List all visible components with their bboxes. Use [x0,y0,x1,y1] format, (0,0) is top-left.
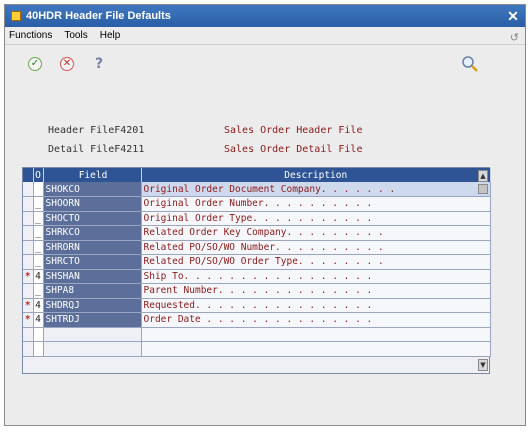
row-field-name: SHRORN [43,240,142,255]
row-description: Original Order Document Company. . . . .… [141,182,491,197]
title-bar: 40HDR Header File Defaults ✕ [5,5,525,27]
row-mark [23,225,34,241]
row-mark [23,182,34,197]
row-option-field[interactable]: _ [33,211,44,226]
toolbar: ✓ ✕ ? [5,45,525,83]
row-description: Parent Number. . . . . . . . . . . . . . [141,283,491,299]
refresh-icon[interactable]: ↺ [510,31,519,44]
menu-bar: Functions Tools Help ↺ [5,27,525,45]
empty-cell [23,327,34,342]
help-button[interactable]: ? [89,54,109,74]
header-file-row: Header FileF4201 Sales Order Header File [48,124,362,138]
row-field-name: SHSHAN [43,269,142,284]
empty-cell [141,327,491,342]
row-description: Requested. . . . . . . . . . . . . . . . [141,298,491,313]
menu-functions[interactable]: Functions [9,30,52,41]
row-option-field[interactable]: 4 [33,269,44,284]
cancel-button[interactable]: ✕ [57,54,77,74]
scroll-down-icon[interactable]: ▼ [478,359,488,371]
grid-scrollbar[interactable]: ▲ ▼ [474,167,488,374]
field-table: O Field Description SHOKCO Original Order… [23,168,491,357]
table-row[interactable]: _ SHRKCO Related Order Key Company. . . . … [23,225,491,241]
row-description: Order Date . . . . . . . . . . . . . . . [141,312,491,328]
close-icon[interactable]: ✕ [505,8,521,24]
row-mark [23,240,34,255]
detail-file-value: F4211 [114,144,145,155]
app-icon [11,11,21,21]
empty-cell [23,341,34,357]
table-row[interactable]: _ SHRCTO Related PO/SO/WO Order Type. . . … [23,254,491,270]
row-field-name: SHOKCO [43,182,142,197]
empty-row[interactable] [23,341,491,357]
row-option-field[interactable]: _ [33,196,44,212]
row-description: Original Order Type. . . . . . . . . . . [141,211,491,226]
table-row[interactable]: * 4 SHSHAN Ship To. . . . . . . . . . . . .… [23,269,491,284]
table-row[interactable]: _ SHPA8 Parent Number. . . . . . . . . . .… [23,283,491,299]
row-field-name: SHRKCO [43,225,142,241]
grid-body: SHOKCO Original Order Document Company. .… [23,182,491,357]
row-option-field[interactable]: _ [33,283,44,299]
menu-tools[interactable]: Tools [64,30,87,41]
row-description: Related PO/SO/WO Order Type. . . . . . .… [141,254,491,270]
row-description: Related PO/SO/WO Number. . . . . . . . .… [141,240,491,255]
row-option-field[interactable]: _ [33,254,44,270]
table-row[interactable]: SHOKCO Original Order Document Company. .… [23,182,491,197]
col-description-header[interactable]: Description [141,168,491,182]
table-row[interactable]: _ SHRORN Related PO/SO/WO Number. . . . . … [23,240,491,255]
row-description: Original Order Number. . . . . . . . . . [141,196,491,212]
row-field-name: SHDRQJ [43,298,142,313]
row-mark [23,211,34,226]
detail-file-desc: Sales Order Detail File [224,144,363,155]
table-row[interactable]: _ SHOCTO Original Order Type. . . . . . . … [23,211,491,226]
detail-file-label: Detail File [48,144,115,155]
col-mark-header [23,168,34,182]
row-description: Related Order Key Company. . . . . . . .… [141,225,491,241]
row-mark: * [23,312,34,328]
row-description: Ship To. . . . . . . . . . . . . . . . . [141,269,491,284]
table-row[interactable]: _ SHOORN Original Order Number. . . . . . … [23,196,491,212]
detail-file-row: Detail FileF4211 Sales Order Detail File [48,143,362,157]
row-option-field[interactable]: _ [33,240,44,255]
row-option-field[interactable] [33,182,44,197]
scroll-up-icon[interactable]: ▲ [478,170,488,182]
ok-button[interactable]: ✓ [25,54,45,74]
table-row[interactable]: * 4 SHDRQJ Requested. . . . . . . . . . . .… [23,298,491,313]
row-option-field[interactable]: _ [33,225,44,241]
empty-row[interactable] [23,327,491,342]
table-row[interactable]: * 4 SHTRDJ Order Date . . . . . . . . . . .… [23,312,491,328]
empty-cell [33,327,44,342]
empty-cell [43,327,142,342]
row-field-name: SHTRDJ [43,312,142,328]
empty-cell [141,341,491,357]
empty-cell [33,341,44,357]
menu-help[interactable]: Help [100,30,121,41]
col-field-header[interactable]: Field [43,168,142,182]
field-grid: O Field Description SHOKCO Original Order… [22,167,491,374]
row-mark [23,196,34,212]
search-icon[interactable] [461,55,479,73]
row-field-name: SHOCTO [43,211,142,226]
grid-header-row: O Field Description [23,168,491,182]
question-mark-icon: ? [94,56,104,72]
row-option-field[interactable]: 4 [33,298,44,313]
header-file-value: F4201 [114,125,145,136]
scroll-thumb[interactable] [478,184,488,194]
window-title: 40HDR Header File Defaults [26,10,171,22]
row-field-name: SHRCTO [43,254,142,270]
checkmark-icon: ✓ [28,57,42,71]
row-field-name: SHOORN [43,196,142,212]
col-o-header[interactable]: O [33,168,44,182]
header-file-label: Header File [48,125,115,136]
header-file-desc: Sales Order Header File [224,125,363,136]
row-mark [23,254,34,270]
row-field-name: SHPA8 [43,283,142,299]
row-mark: * [23,269,34,284]
cancel-x-icon: ✕ [60,57,74,71]
row-mark [23,283,34,299]
row-option-field[interactable]: 4 [33,312,44,328]
empty-cell [43,341,142,357]
row-mark: * [23,298,34,313]
